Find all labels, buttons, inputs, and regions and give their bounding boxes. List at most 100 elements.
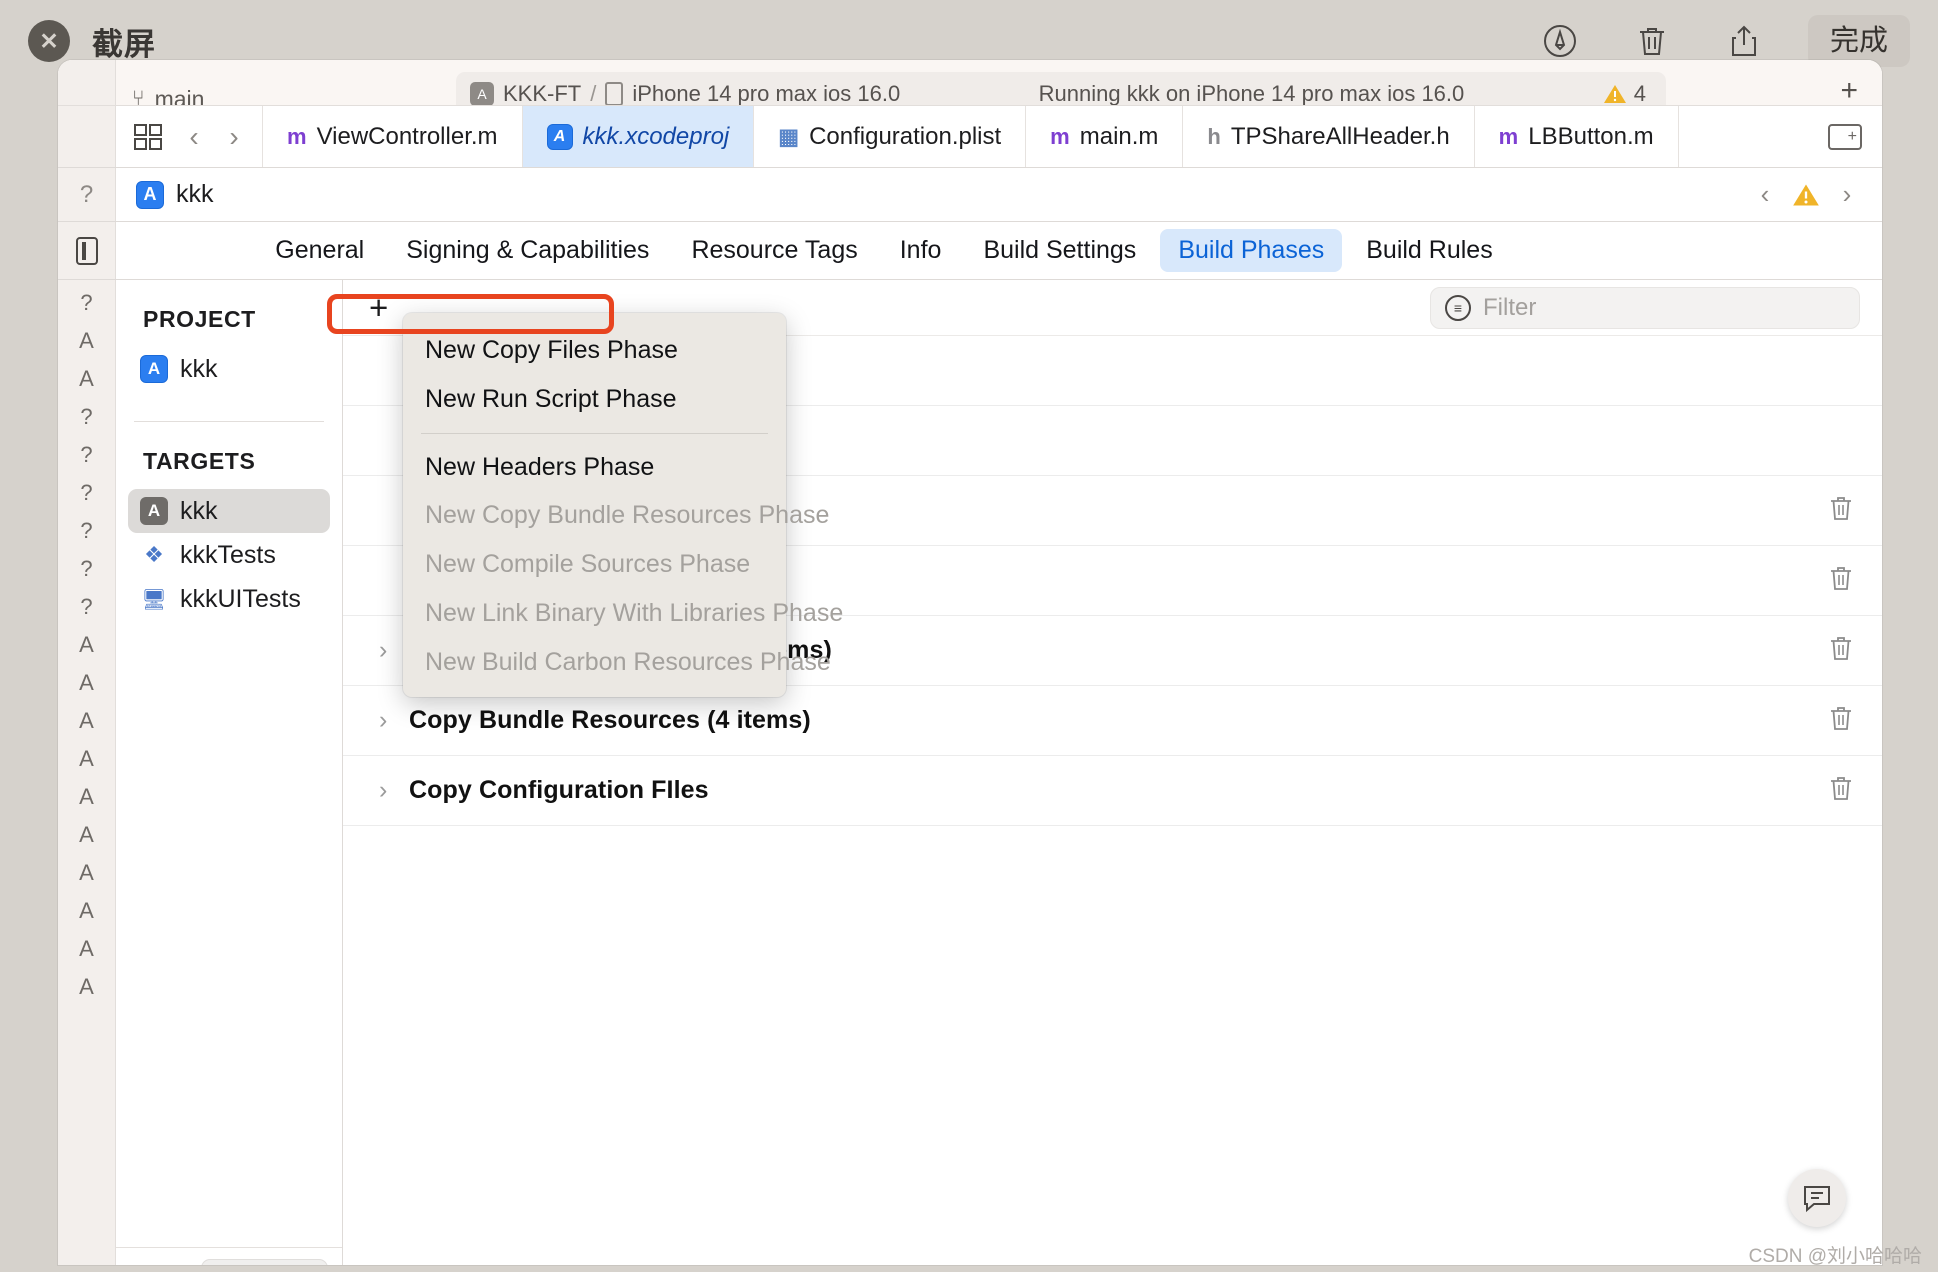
sidebar-item-target-kkkTests[interactable]: ❖ kkkTests [128,533,330,577]
sidebar-item-target-kkkUITests[interactable]: 🖥 kkkUITests [128,577,330,621]
project-editor-body: ? A A?????? A A A A A A A A A A PROJECT Akkk TARGETS… [58,280,1882,1265]
filter-icon: ≡ [1445,294,1471,321]
scheme-separator: / [590,81,597,106]
xcodeproj-icon: A [546,123,573,150]
feedback-bubble-icon[interactable] [1788,1169,1846,1227]
sidebar-item-label: kkkTests [180,540,276,569]
tab-resource-tags[interactable]: Resource Tags [673,229,875,272]
scheme-label: KKK-FT [503,81,582,106]
segment-list: General Signing & Capabilities Resource Ta… [257,229,1740,272]
project-targets-sidebar: ? A A?????? A A A A A A A A A A PROJECT Akkk TARGETS… [58,280,343,1265]
tests-bundle-icon: ❖ [144,542,164,567]
editor-tab[interactable]: m main.m [1026,106,1184,167]
build-phase-row[interactable]: › Copy Configuration FIles [343,756,1882,826]
tab-bar-actions: + [1808,106,1882,167]
toggle-inspector-icon[interactable]: + [1828,123,1862,150]
build-phase-name: Copy Bundle Resources (4 items) [409,706,811,734]
gutter-mark: A [79,860,94,885]
gutter-mark: A [79,632,94,657]
tab-general[interactable]: General [257,229,382,272]
editor-tab-label: TPShareAllHeader.h [1230,122,1450,150]
menu-item-new-build-carbon-resources-phase: New Build Carbon Resources Phase [425,647,831,676]
warning-badge[interactable]: 4 [1603,81,1652,106]
menu-item-new-copy-files-phase[interactable]: New Copy Files Phase [403,326,786,375]
project-editor-tabs: General Signing & Capabilities Resource Ta… [58,222,1882,280]
breadcrumb-label: kkk [176,180,214,208]
sidebar-item-project-kkk[interactable]: Akkk [128,347,330,391]
breadcrumb-rail: ? [58,168,116,221]
scheme-destination-bar[interactable]: A KKK-FT / iPhone 14 pro max ios 16.0 Ru… [456,72,1666,106]
delete-phase-icon[interactable] [1828,774,1854,807]
warning-count: 4 [1633,81,1646,106]
gutter-mark: ? [80,290,93,315]
app-icon: A [140,497,168,525]
gutter-mark: A [79,898,94,923]
toolbar-left-rail [58,60,116,105]
add-build-phase-button[interactable]: + [369,291,388,324]
editor-tab-label: main.m [1079,122,1159,150]
delete-phase-icon[interactable] [1828,564,1854,597]
gutter-mark: A [79,784,94,809]
go-back-icon[interactable]: ‹ [174,121,214,153]
plist-icon: ▦ [778,123,800,149]
menu-item-new-run-script-phase[interactable]: New Run Script Phase [403,375,786,424]
app-icon: A [140,355,168,383]
sidebar-item-label: kkk [180,354,218,383]
sidebar-toggle-icon[interactable] [75,236,98,265]
close-icon[interactable]: ✕ [28,20,70,62]
watermark: CSDN @刘小哈哈哈 [1748,1246,1922,1267]
menu-item-new-headers-phase[interactable]: New Headers Phase [403,443,786,492]
branch-indicator[interactable]: ⑂ main [116,79,220,106]
navigator-rail-top [58,106,116,167]
project-section-header: PROJECT [143,306,256,332]
gutter-mark: ? [80,480,93,505]
sidebar-item-target-kkk[interactable]: Akkk [128,489,330,533]
build-phases-filter-input[interactable]: ≡ Filter [1430,286,1860,329]
editor-tab[interactable]: ▦ Configuration.plist [754,106,1027,167]
editor-tab-label: LBButton.m [1528,122,1654,150]
destination-label: iPhone 14 pro max ios 16.0 [632,81,901,106]
add-target-button[interactable]: + [130,1262,148,1266]
gutter-mark: ? [80,518,93,543]
sidebar-filter-input[interactable]: ≡ Filter [201,1258,328,1265]
chevron-right-icon[interactable]: › [379,776,409,805]
branch-label: main [154,85,205,106]
editor-tab-label: kkk.xcodeproj [582,122,730,150]
tab-build-rules[interactable]: Build Rules [1348,229,1510,272]
warning-triangle-icon [1603,85,1626,103]
gutter-mark: ? [80,404,93,429]
editor-tab[interactable]: m LBButton.m [1475,106,1679,167]
previous-issue-icon[interactable]: ‹ [1752,179,1778,210]
tab-build-phases[interactable]: Build Phases [1160,229,1343,272]
delete-phase-icon[interactable] [1828,494,1854,527]
grid-layout-icon[interactable] [134,123,162,150]
gutter-mark: ? [80,556,93,581]
menu-item-new-link-binary-with-libraries-phase: New Link Binary With Libraries Phase [425,598,844,627]
objc-source-icon: m [1050,123,1070,149]
delete-phase-icon[interactable] [1828,634,1854,667]
remove-target-button[interactable]: − [166,1262,184,1266]
editor-tab[interactable]: h TPShareAllHeader.h [1183,106,1475,167]
editor-tab[interactable]: m ViewController.m [263,106,523,167]
gutter-mark: A [79,822,94,847]
xcode-window: ⑂ main A KKK-FT / iPhone 14 pro max ios … [58,60,1882,1265]
delete-phase-icon[interactable] [1828,704,1854,737]
menu-separator [421,432,768,434]
tab-build-settings[interactable]: Build Settings [965,229,1154,272]
editor-tab[interactable]: Akkk.xcodeproj [522,106,755,167]
breadcrumb[interactable]: A kkk [116,180,214,209]
gutter-mark: A [79,708,94,733]
branch-icon: ⑂ [132,87,145,106]
tab-info[interactable]: Info [882,229,960,272]
go-forward-icon[interactable]: › [214,121,254,153]
next-issue-icon[interactable]: › [1834,179,1860,210]
xcode-toolbar: ⑂ main A KKK-FT / iPhone 14 pro max ios … [58,60,1882,106]
gutter-mark: A [79,936,94,961]
breadcrumb-bar: ? A kkk ‹ › [58,168,1882,222]
gutter-mark: ? [80,594,93,619]
tab-strip: m ViewController.m Akkk.xcodeproj ▦ Configur… [263,106,1808,167]
chevron-right-icon[interactable]: › [379,706,409,735]
sidebar-footer: + − ≡ Filter [116,1247,342,1265]
toolbar-add-button[interactable]: + [1840,74,1858,105]
tab-signing-capabilities[interactable]: Signing & Capabilities [388,229,667,272]
